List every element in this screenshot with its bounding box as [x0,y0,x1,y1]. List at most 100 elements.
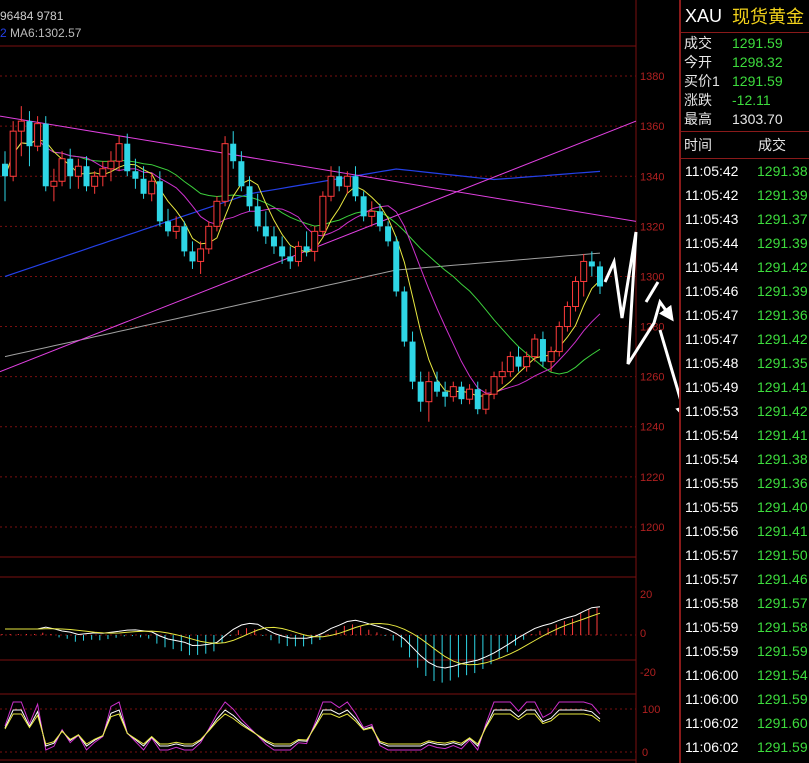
quote-summary: 成交 1291.59 今开 1298.32 买价1 1291.59 涨跌 -12.11 最高 13… [681,33,809,132]
candle-body-up [221,143,229,202]
tick-time: 11:05:59 [685,643,739,659]
tick-row: 11:05:48 1291.35 [681,351,809,375]
candle-body-up [115,143,123,162]
tick-row: 11:06:02 1291.59 [681,735,809,759]
tick-time: 11:06:00 [685,667,739,683]
candle-body-down [458,386,465,400]
tick-row: 11:05:58 1291.57 [681,591,809,615]
tick-time: 11:05:48 [685,355,739,371]
macd-tick-label: 0 [640,628,646,640]
candle-body-up [580,260,588,282]
tick-row: 11:05:49 1291.41 [681,375,809,399]
tick-time: 11:05:56 [685,523,739,539]
tick-time: 11:05:44 [685,235,739,251]
candle-body-down [409,341,416,382]
ticks-header: 时间 成交 [681,132,809,159]
candle-body-up [327,175,335,197]
tick-list[interactable]: 11:05:42 1291.38 11:05:42 1291.39 11:05:43 12… [681,159,809,759]
candle-body-up [74,165,82,177]
kline-chart-area[interactable]: 96484 9781 2 MA6:1302.57 1380 1360 1340 132… [0,0,680,763]
tick-time: 11:05:44 [685,259,739,275]
candle-body-up [50,180,58,187]
tick-row: 11:05:55 1291.36 [681,471,809,495]
candle-body-down [279,246,286,257]
tick-row: 11:05:57 1291.46 [681,567,809,591]
quote-row: 买价1 1291.59 [681,71,809,90]
candle-body-down [433,381,440,392]
candle-body-up [523,356,531,368]
candle-body-down [156,181,163,222]
candle-body-down [588,261,595,267]
candle-body-down [254,206,261,227]
tick-price: 1291.42 [757,403,808,419]
tick-price: 1291.54 [757,667,808,683]
kdj-tick-label: 100 [642,704,660,716]
candle-body-up [425,381,433,403]
candle-body-up [506,356,514,373]
candle-body-up [319,195,327,232]
tick-time: 11:06:02 [685,715,739,731]
candle-body-up [34,123,42,147]
tick-price: 1291.41 [757,523,808,539]
tick-time: 11:05:58 [685,595,739,611]
tick-row: 11:05:42 1291.38 [681,159,809,183]
y-tick-label: 1220 [640,472,664,484]
candle-body-up [107,160,115,170]
tick-price: 1291.46 [757,571,808,587]
candle-body-up [572,280,580,308]
ticks-header-price: 成交 [758,137,786,153]
candle-body-up [498,371,506,378]
candle-body-down [140,178,147,194]
candle-body-down [401,291,408,342]
candle-body-down [132,171,139,179]
candle-body-down [303,246,310,252]
tick-row: 11:05:47 1291.42 [681,327,809,351]
tick-price: 1291.38 [757,163,808,179]
quote-value: -12.11 [732,91,771,108]
tick-price: 1291.39 [757,235,808,251]
candle-body-down [287,256,294,262]
macd-tick-label: -20 [640,667,656,679]
trendline-resistance [0,115,637,222]
quote-row: 最高 1303.70 [681,109,809,128]
candle-body-down [2,163,8,177]
tick-time: 11:05:55 [685,499,739,515]
tick-price: 1291.59 [757,691,808,707]
candle-body-down [124,143,131,172]
tick-time: 11:05:55 [685,475,739,491]
candle-body-up [343,175,351,187]
candle-body-down [515,356,522,367]
candle-body-up [148,180,156,195]
tick-price: 1291.41 [757,379,808,395]
quote-value: 1303.70 [732,110,783,127]
tick-price: 1291.42 [757,259,808,275]
projection-arrow-up-path [603,231,674,365]
candle-body-down [262,226,269,237]
candle-body-up [531,338,539,358]
tick-price: 1291.60 [757,715,808,731]
candle-body-down [246,186,253,207]
tick-price: 1291.58 [757,619,808,635]
kline-svg: 1380136013401320130012801260124012201200… [0,0,680,763]
tick-row: 11:05:53 1291.42 [681,399,809,423]
kdj-d-line [4,713,601,745]
kdj-tick-label: 0 [642,747,648,759]
tick-row: 11:06:02 1291.60 [681,711,809,735]
candle-body-up [91,175,99,187]
macd-tick-label: 20 [640,589,652,601]
candle-body-up [99,168,107,177]
quote-row: 成交 1291.59 [681,33,809,52]
tick-time: 11:05:57 [685,571,739,587]
tick-row: 11:05:44 1291.39 [681,231,809,255]
tick-row: 11:05:47 1291.36 [681,303,809,327]
candle-body-down [165,221,172,232]
tick-price: 1291.40 [757,499,808,515]
candle-body-down [474,389,481,410]
tick-price: 1291.38 [757,451,808,467]
tick-price: 1291.59 [757,739,808,755]
tick-price: 1291.37 [757,211,808,227]
tick-row: 11:05:46 1291.39 [681,279,809,303]
tick-price: 1291.57 [757,595,808,611]
tick-time: 11:05:42 [685,163,739,179]
y-tick-label: 1360 [640,121,664,133]
